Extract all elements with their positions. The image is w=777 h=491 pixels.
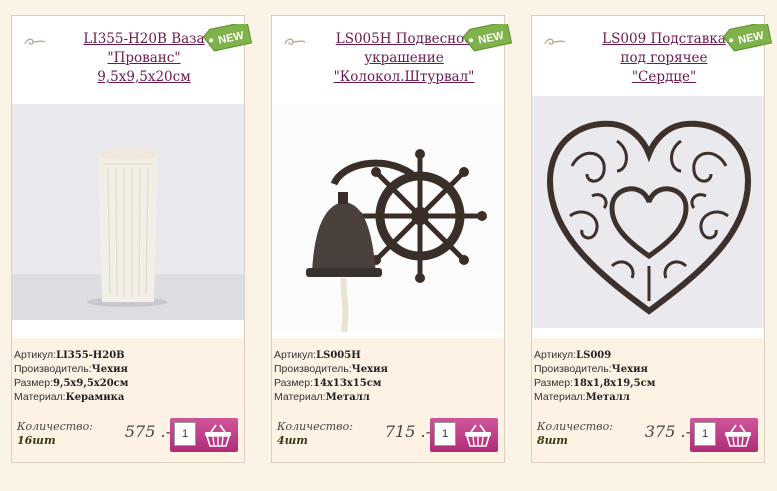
maker-value: Чехия <box>91 364 128 375</box>
stock-quantity: 8шт <box>537 434 568 447</box>
shopping-basket-icon[interactable] <box>462 422 494 448</box>
title-line: "Колокол.Штурвал" <box>333 69 475 85</box>
product-card: LS009 Подставка под горячее "Сердце" NEW <box>531 15 772 463</box>
price: 375 .- <box>644 422 691 441</box>
material-value: Металл <box>585 392 630 403</box>
maker-label: Производитель: <box>534 363 612 375</box>
quantity-input[interactable] <box>174 422 196 446</box>
product-details: Артикул:LS005H Производитель:Чехия Разме… <box>272 338 504 416</box>
title-line: "Сердце" <box>631 69 697 85</box>
article-value: LS005H <box>316 350 361 361</box>
swirl-ornament-icon <box>544 38 566 45</box>
size-label: Размер: <box>534 377 574 389</box>
quantity-label: Количество: <box>277 420 353 433</box>
material-value: Керамика <box>65 392 125 403</box>
purchase-bar: Количество: 8шт 375 .- <box>532 414 764 462</box>
quantity-input[interactable] <box>694 422 716 446</box>
quantity-label: Количество: <box>537 420 613 433</box>
product-header: LI355-H20B Ваза "Прованс" 9,5x9,5x20см N… <box>12 16 252 96</box>
product-details: Артикул:LI355-H20B Производитель:Чехия Р… <box>12 338 244 416</box>
product-image[interactable] <box>12 104 244 320</box>
stock-quantity: 4шт <box>277 434 308 447</box>
new-tag-icon: NEW <box>462 24 512 52</box>
article-value: LI355-H20B <box>56 350 125 361</box>
add-to-cart-panel <box>430 418 498 452</box>
size-value: 14x13x15см <box>313 378 382 389</box>
quantity-label: Количество: <box>17 420 93 433</box>
purchase-bar: Количество: 4шт 715 .- <box>272 414 504 462</box>
article-value: LS009 <box>576 350 612 361</box>
swirl-ornament-icon <box>24 38 46 45</box>
new-tag-icon: NEW <box>202 24 252 52</box>
material-value: Металл <box>325 392 370 403</box>
product-image[interactable] <box>532 96 764 328</box>
size-value: 9,5x9,5x20см <box>53 378 129 389</box>
stock-quantity: 16шт <box>17 434 56 447</box>
quantity-input[interactable] <box>434 422 456 446</box>
product-header: LS009 Подставка под горячее "Сердце" NEW <box>532 16 772 96</box>
article-label: Артикул: <box>534 349 577 361</box>
new-tag-icon: NEW <box>722 24 772 52</box>
product-header: LS005H Подвесное украшение "Колокол.Штур… <box>272 16 512 96</box>
size-value: 18x1,8x19,5см <box>573 378 656 389</box>
article-label: Артикул: <box>274 349 317 361</box>
product-details: Артикул:LS009 Производитель:Чехия Размер… <box>532 338 764 416</box>
price: 715 .- <box>384 422 431 441</box>
add-to-cart-panel <box>690 418 758 452</box>
maker-label: Производитель: <box>14 363 92 375</box>
maker-value: Чехия <box>351 364 388 375</box>
maker-label: Производитель: <box>274 363 352 375</box>
size-label: Размер: <box>274 377 314 389</box>
maker-value: Чехия <box>611 364 648 375</box>
price: 575 .- <box>124 422 171 441</box>
shopping-basket-icon[interactable] <box>202 422 234 448</box>
swirl-ornament-icon <box>284 38 306 45</box>
shopping-basket-icon[interactable] <box>722 422 754 448</box>
purchase-bar: Количество: 16шт 575 .- <box>12 414 244 462</box>
product-image[interactable] <box>272 104 504 332</box>
product-card: LS005H Подвесное украшение "Колокол.Штур… <box>271 15 512 463</box>
product-card: LI355-H20B Ваза "Прованс" 9,5x9,5x20см N… <box>11 15 252 463</box>
add-to-cart-panel <box>170 418 238 452</box>
size-label: Размер: <box>14 377 54 389</box>
title-line: 9,5x9,5x20см <box>97 69 191 85</box>
material-label: Материал: <box>274 391 326 403</box>
material-label: Материал: <box>534 391 586 403</box>
article-label: Артикул: <box>14 349 57 361</box>
material-label: Материал: <box>14 391 66 403</box>
